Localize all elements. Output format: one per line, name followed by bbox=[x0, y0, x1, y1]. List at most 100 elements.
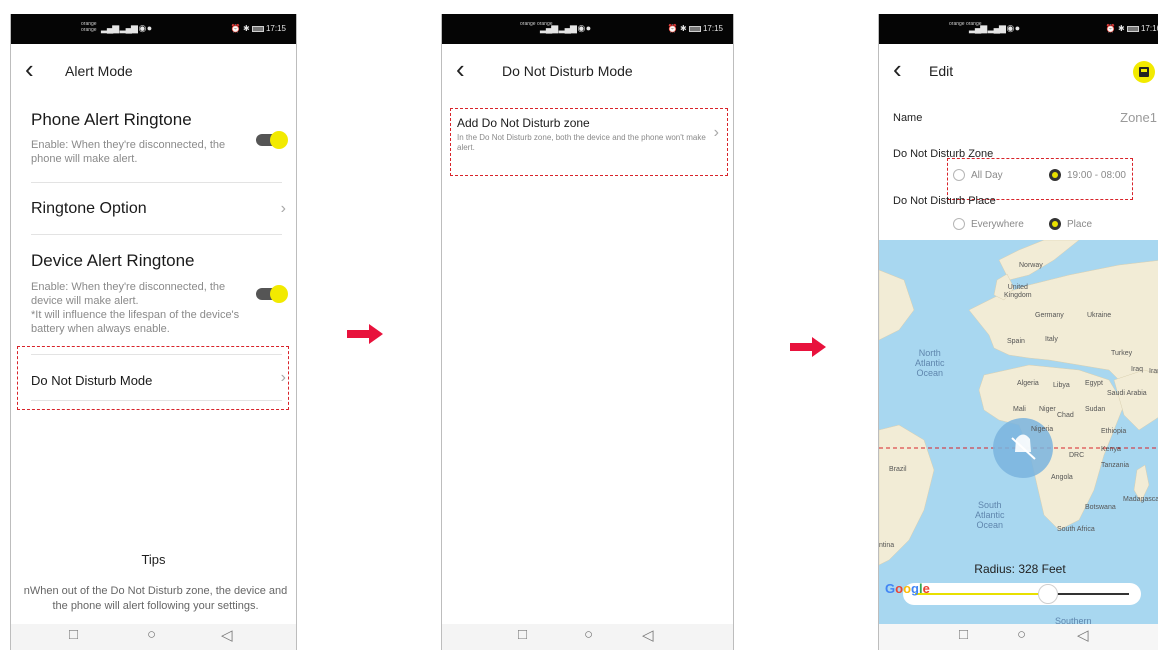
toggle-knob bbox=[270, 285, 288, 303]
radius-slider[interactable] bbox=[903, 583, 1141, 605]
chevron-right-icon: › bbox=[280, 200, 286, 217]
slider-track-filled bbox=[915, 593, 1045, 595]
save-icon[interactable] bbox=[1133, 61, 1155, 83]
phone-alert-title: Phone Alert Ringtone bbox=[31, 110, 192, 129]
map-label: Sudan bbox=[1085, 406, 1106, 413]
ringtone-option-item[interactable]: Ringtone Option bbox=[31, 200, 147, 218]
map-label: Nigeria bbox=[1031, 426, 1054, 433]
toggle-knob bbox=[270, 131, 288, 149]
map-label: Mali bbox=[1013, 406, 1026, 413]
status-bar: orange orange ▂▄▆ ▂▄▆ ◉ ● ⏰ ✱ 17:16 bbox=[879, 14, 1158, 44]
nav-bar: □ ○ ◁ bbox=[11, 624, 296, 650]
dnd-mode-screen: orange orange ▂▄▆ ▂▄▆ ◉ ● ⏰ ✱ 17:15 ‹ Do… bbox=[441, 14, 734, 650]
dnd-mode-item[interactable]: Do Not Disturb Mode bbox=[31, 373, 152, 388]
flow-arrow-icon bbox=[347, 324, 383, 344]
back-button[interactable]: ‹ bbox=[893, 56, 902, 82]
battery-icon bbox=[1126, 25, 1139, 32]
add-zone-desc: In the Do Not Disturb zone, both the dev… bbox=[457, 133, 706, 152]
nav-bar: □ ○ ◁ bbox=[442, 624, 733, 650]
radio-time-range-label: 19:00 - 08:00 bbox=[1067, 170, 1126, 181]
signal-icon: ▂▄▆ ▂▄▆ ◉ ● bbox=[969, 23, 1020, 33]
map-label: Spain bbox=[1007, 338, 1025, 345]
device-alert-title: Device Alert Ringtone bbox=[31, 251, 195, 270]
name-field[interactable]: Zone1 bbox=[1120, 110, 1157, 125]
signal-icon: ▂▄▆ ▂▄▆ ◉ ● bbox=[101, 23, 152, 33]
clock: 17:15 bbox=[265, 24, 286, 33]
tips-body: nWhen out of the Do Not Disturb zone, th… bbox=[23, 585, 288, 612]
slider-thumb[interactable] bbox=[1038, 584, 1058, 604]
nav-bar: □ ○ ◁ bbox=[879, 624, 1158, 650]
radio-all-day[interactable] bbox=[953, 169, 965, 181]
divider bbox=[31, 400, 282, 401]
map-label: Italy bbox=[1045, 336, 1058, 343]
map-label: Norway bbox=[1019, 262, 1043, 269]
back-button[interactable]: ‹ bbox=[456, 56, 465, 82]
divider bbox=[31, 234, 282, 235]
header: ‹ Edit bbox=[879, 44, 1158, 98]
google-logo: Google bbox=[885, 581, 930, 596]
phone-alert-desc: Enable: When they're disconnected, the p… bbox=[31, 139, 226, 165]
map-view[interactable]: Norway United Kingdom Germany Ukraine Sp… bbox=[879, 240, 1158, 626]
map-label: Egypt bbox=[1085, 380, 1103, 387]
header: ‹ Do Not Disturb Mode bbox=[442, 44, 733, 98]
signal-icon: ▂▄▆ ▂▄▆ ◉ ● bbox=[540, 23, 591, 33]
alert-mode-screen: orange orange ▂▄▆ ▂▄▆ ◉ ● ⏰ ✱ 17:15 ‹ Al… bbox=[10, 14, 297, 650]
carrier-label: orange orange bbox=[81, 21, 97, 33]
map-label: Libya bbox=[1053, 382, 1070, 389]
phone-alert-toggle[interactable] bbox=[256, 131, 288, 149]
add-zone-title[interactable]: Add Do Not Disturb zone bbox=[457, 116, 590, 130]
status-bar: orange orange ▂▄▆ ▂▄▆ ◉ ● ⏰ ✱ 17:15 bbox=[442, 14, 733, 44]
status-bar: orange orange ▂▄▆ ▂▄▆ ◉ ● ⏰ ✱ 17:15 bbox=[11, 14, 296, 44]
map-label: Iraq bbox=[1131, 366, 1144, 373]
map-label: Niger bbox=[1039, 406, 1056, 413]
map-label: Chad bbox=[1057, 412, 1074, 419]
clock: 17:15 bbox=[702, 24, 723, 33]
place-label: Do Not Disturb Place bbox=[893, 195, 996, 207]
chevron-right-icon: › bbox=[713, 124, 719, 141]
map-label: Kenya bbox=[1101, 446, 1121, 453]
map-label: Saudi Arabia bbox=[1107, 390, 1147, 397]
recent-apps-icon[interactable]: □ bbox=[69, 626, 78, 643]
map-label: Angola bbox=[1051, 474, 1073, 481]
chevron-right-icon: › bbox=[280, 369, 286, 386]
status-right: ⏰ ✱ 17:16 bbox=[1106, 24, 1158, 33]
radio-place[interactable] bbox=[1049, 218, 1061, 230]
radius-label: Radius: 328 Feet bbox=[974, 562, 1066, 576]
map-label: Ethiopia bbox=[1101, 428, 1127, 435]
edit-zone-screen: orange orange ▂▄▆ ▂▄▆ ◉ ● ⏰ ✱ 17:16 ‹ Ed… bbox=[878, 14, 1158, 650]
back-nav-icon[interactable]: ◁ bbox=[1077, 626, 1089, 644]
map-label: Brazil bbox=[889, 466, 907, 473]
device-alert-toggle[interactable] bbox=[256, 285, 288, 303]
alarm-icon: ⏰ ✱ bbox=[230, 24, 252, 33]
back-nav-icon[interactable]: ◁ bbox=[221, 626, 233, 644]
device-alert-desc: Enable: When they're disconnected, the d… bbox=[31, 281, 240, 335]
back-button[interactable]: ‹ bbox=[25, 56, 34, 82]
map-label: Madagascar bbox=[1123, 496, 1158, 503]
battery-icon bbox=[688, 25, 701, 32]
recent-apps-icon[interactable]: □ bbox=[959, 626, 968, 643]
map-label: DRC bbox=[1069, 452, 1085, 459]
header: ‹ Alert Mode bbox=[11, 44, 296, 98]
status-right: ⏰ ✱ 17:15 bbox=[668, 24, 723, 33]
alarm-icon: ⏰ ✱ bbox=[1105, 24, 1127, 33]
map-label: Algeria bbox=[1017, 380, 1039, 387]
map-label: Botswana bbox=[1085, 504, 1116, 511]
name-label: Name bbox=[893, 112, 923, 124]
map-label: United Kingdom bbox=[1004, 284, 1032, 299]
map-label: South Africa bbox=[1057, 526, 1095, 533]
radio-time-range[interactable] bbox=[1049, 169, 1061, 181]
radio-everywhere[interactable] bbox=[953, 218, 965, 230]
status-right: ⏰ ✱ 17:15 bbox=[231, 24, 286, 33]
map-label: Turkey bbox=[1111, 350, 1133, 357]
back-nav-icon[interactable]: ◁ bbox=[642, 626, 654, 644]
ocean-label: North Atlantic Ocean bbox=[915, 348, 945, 378]
page-title: Do Not Disturb Mode bbox=[502, 63, 633, 79]
home-icon[interactable]: ○ bbox=[147, 626, 156, 643]
radio-all-day-label: All Day bbox=[971, 170, 1003, 181]
radio-everywhere-label: Everywhere bbox=[971, 219, 1024, 230]
map-label: Ukraine bbox=[1087, 312, 1112, 319]
recent-apps-icon[interactable]: □ bbox=[518, 626, 527, 643]
home-icon[interactable]: ○ bbox=[584, 626, 593, 643]
map-label: Germany bbox=[1035, 312, 1064, 319]
home-icon[interactable]: ○ bbox=[1017, 626, 1026, 643]
